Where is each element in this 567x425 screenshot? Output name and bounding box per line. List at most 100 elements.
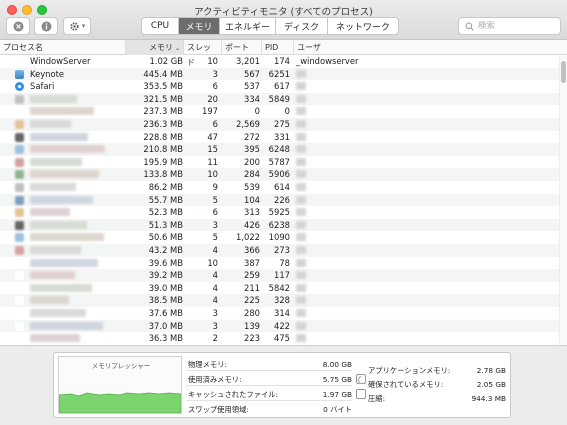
memory-value: 237.3 MB	[143, 106, 183, 117]
threads-value: 3	[212, 320, 218, 331]
redacted-user	[296, 132, 306, 141]
column-user[interactable]: ユーザ	[294, 40, 559, 55]
redacted-process-name	[30, 94, 77, 103]
ports-value: 200	[244, 156, 260, 167]
table-row[interactable]: 37.6 MB 3 280 314	[0, 307, 559, 320]
process-table-scrollbar[interactable]	[559, 55, 567, 345]
table-row[interactable]: 228.8 MB 47 272 331	[0, 131, 559, 144]
table-row[interactable]: 43.2 MB 4 366 273	[0, 244, 559, 257]
app-icon	[15, 120, 24, 129]
pid-value: 614	[274, 182, 290, 192]
ports-value: 537	[244, 81, 260, 92]
pid-value: 5787	[268, 156, 290, 167]
tab-energy[interactable]: エネルギー	[220, 18, 276, 34]
gear-menu-button[interactable]: ▾	[63, 17, 91, 35]
table-row[interactable]: 321.5 MB 20 334 5849	[0, 92, 559, 106]
redacted-process-name	[30, 132, 88, 141]
table-row[interactable]: WindowServer 1.02 GB 10 3,201 174 _windowserv…	[0, 55, 559, 68]
redacted-user	[296, 309, 306, 317]
redacted-process-name	[30, 321, 103, 330]
column-ports[interactable]: ポート	[222, 40, 262, 55]
window-icon	[15, 57, 24, 66]
tab-disk[interactable]: ディスク	[276, 18, 328, 34]
gear-icon	[70, 21, 79, 31]
redacted-process-name	[30, 309, 86, 317]
memory-value: 236.3 MB	[143, 119, 183, 129]
ports-value: 259	[244, 270, 260, 281]
table-row[interactable]: 37.0 MB 3 139 422	[0, 319, 559, 333]
table-row[interactable]: 52.3 MB 6 313 5925	[0, 206, 559, 219]
redacted-user	[296, 334, 306, 343]
inspect-process-button[interactable]	[34, 17, 58, 35]
memory-footer: メモリプレッシャー 物理メモリ: 8.00 GB 使用済みメモリ: 5.75 G…	[0, 345, 567, 425]
redacted-user	[296, 82, 306, 91]
cached-files-row: キャッシュされたファイル: 1.97 GB	[186, 387, 366, 401]
table-row[interactable]: 39.6 MB 10 387 78	[0, 257, 559, 270]
search-field[interactable]	[458, 17, 561, 35]
tab-cpu[interactable]: CPU	[142, 18, 179, 34]
column-pid[interactable]: PID	[262, 40, 294, 55]
pid-value: 6238	[268, 219, 290, 230]
stop-process-button[interactable]	[6, 17, 30, 35]
ports-value: 3,201	[236, 56, 260, 66]
pid-value: 6251	[268, 68, 290, 79]
threads-value: 3	[212, 219, 218, 230]
table-row[interactable]: 39.2 MB 4 259 117	[0, 269, 559, 282]
threads-value: 6	[212, 119, 218, 129]
table-row[interactable]: 39.0 MB 4 211 5842	[0, 282, 559, 295]
column-process-name[interactable]: プロセス名	[0, 40, 126, 55]
table-row[interactable]: 51.3 MB 3 426 6238	[0, 218, 559, 232]
threads-value: 3	[212, 68, 218, 79]
process-table: WindowServer 1.02 GB 10 3,201 174 _windowserv…	[0, 55, 559, 345]
memory-value: 39.6 MB	[148, 257, 183, 268]
threads-value: 20	[207, 93, 218, 104]
scrollbar-thumb[interactable]	[561, 61, 566, 83]
redacted-user	[296, 157, 306, 166]
table-row[interactable]: 237.3 MB 197 0 0	[0, 105, 559, 118]
table-row[interactable]: 195.9 MB 11 200 5787	[0, 156, 559, 169]
pid-value: 331	[274, 131, 290, 142]
table-row[interactable]: 133.8 MB 10 284 5906	[0, 168, 559, 181]
memory-value: 36.3 MB	[148, 333, 183, 344]
ports-value: 0	[254, 106, 260, 117]
activity-monitor-window: アクティビティモニタ (すべてのプロセス) ▾ CPU メモリ エネルギー ディ…	[0, 0, 567, 425]
tab-memory[interactable]: メモリ	[179, 18, 220, 34]
redacted-user	[296, 94, 306, 103]
column-memory[interactable]: メモリ ⌄	[126, 40, 184, 55]
redacted-user	[296, 220, 306, 229]
pid-value: 5925	[268, 207, 290, 218]
table-row[interactable]: 36.3 MB 2 223 475	[0, 332, 559, 345]
table-row[interactable]: 50.6 MB 5 1,022 1090	[0, 231, 559, 244]
memory-value: 210.8 MB	[143, 144, 183, 155]
table-row[interactable]: 86.2 MB 9 539 614	[0, 181, 559, 194]
tab-network[interactable]: ネットワーク	[328, 18, 398, 34]
table-row[interactable]: 38.5 MB 4 225 328	[0, 294, 559, 307]
redacted-process-name	[30, 157, 82, 166]
threads-value: 4	[212, 295, 218, 306]
ports-value: 313	[244, 207, 260, 218]
table-row[interactable]: 210.8 MB 15 395 6248	[0, 143, 559, 156]
safari-icon	[15, 82, 24, 92]
redacted-process-name	[30, 283, 92, 292]
memory-value: 228.8 MB	[143, 131, 183, 142]
memory-value: 1.02 GB	[149, 56, 183, 66]
table-row[interactable]: 236.3 MB 6 2,569 275	[0, 118, 559, 131]
table-row[interactable]: Safari 353.5 MB 6 537 617	[0, 80, 559, 93]
table-header: プロセス名 メモリ ⌄ スレッド ポート PID ユーザ	[0, 40, 567, 67]
memory-stats: 物理メモリ: 8.00 GB 使用済みメモリ: 5.75 GB キャッシュされた…	[186, 353, 366, 419]
search-input[interactable]	[478, 21, 558, 31]
column-threads[interactable]: スレッド	[184, 40, 222, 67]
pid-value: 275	[274, 119, 290, 129]
table-row[interactable]: Keynote 445.4 MB 3 567 6251	[0, 67, 559, 81]
app-icon	[15, 145, 24, 155]
process-name: WindowServer	[30, 56, 91, 66]
pid-value: 5842	[268, 282, 290, 293]
pid-value: 328	[274, 295, 290, 306]
app-icon	[15, 195, 24, 205]
memory-value: 38.5 MB	[148, 295, 183, 306]
table-row[interactable]: 55.7 MB 5 104 226	[0, 193, 559, 207]
redacted-process-name	[30, 271, 75, 280]
memory-value: 43.2 MB	[148, 245, 183, 255]
redacted-user	[296, 283, 306, 292]
redacted-user	[296, 296, 306, 305]
